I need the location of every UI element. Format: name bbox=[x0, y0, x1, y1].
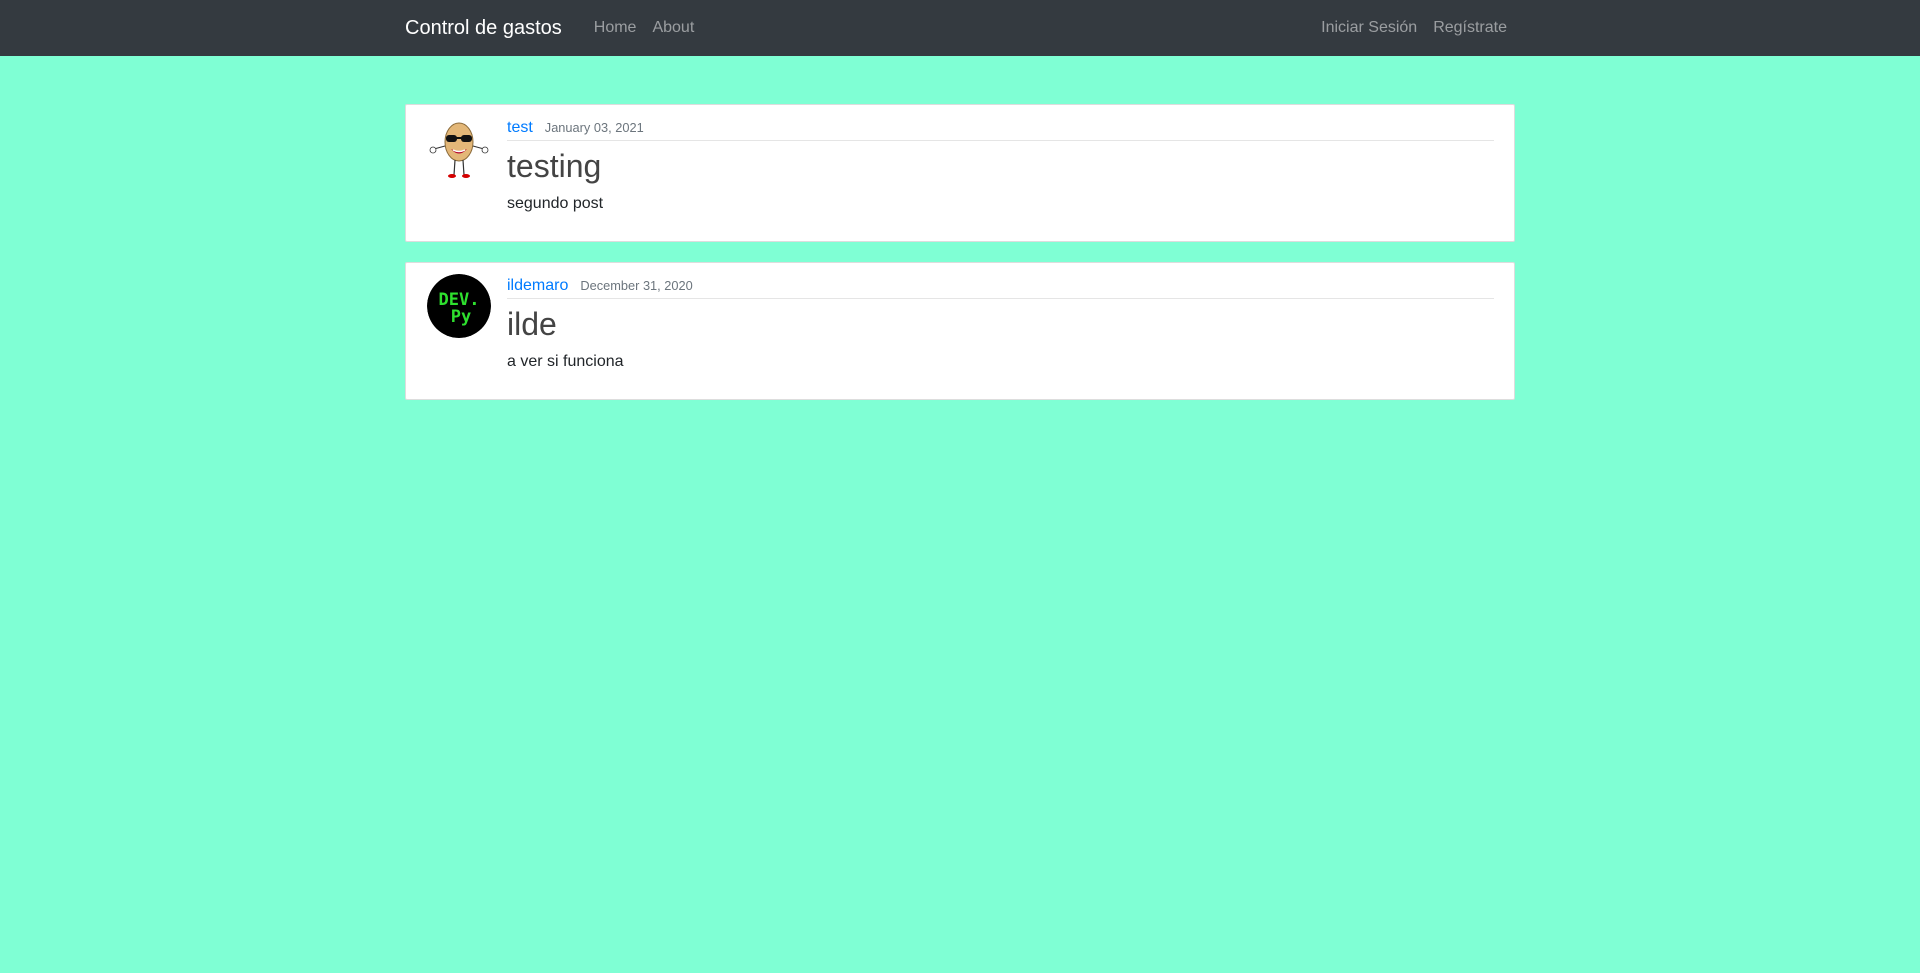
author-avatar: DEV. Py bbox=[427, 274, 491, 338]
login-link[interactable]: Iniciar Sesión bbox=[1321, 19, 1417, 37]
post-title[interactable]: ilde bbox=[507, 305, 1494, 343]
post-title[interactable]: testing bbox=[507, 147, 1494, 185]
post-meta: ildemaro December 31, 2020 bbox=[507, 277, 1494, 299]
post-card: test January 03, 2021 testing segundo po… bbox=[405, 104, 1515, 242]
post-body: ildemaro December 31, 2020 ilde a ver si… bbox=[507, 277, 1494, 371]
post-content: a ver si funciona bbox=[507, 353, 624, 370]
nav-home-link[interactable]: Home bbox=[594, 19, 637, 37]
nav-about-link[interactable]: About bbox=[652, 19, 694, 37]
post-card: DEV. Py ildemaro December 31, 2020 ilde … bbox=[405, 262, 1515, 400]
dev-py-logo-icon: DEV. Py bbox=[427, 274, 491, 338]
author-link[interactable]: ildemaro bbox=[507, 277, 568, 295]
post-date: December 31, 2020 bbox=[580, 278, 693, 293]
peanut-mascot-icon bbox=[427, 116, 491, 180]
svg-text:Py: Py bbox=[451, 307, 471, 327]
register-link[interactable]: Regístrate bbox=[1433, 19, 1507, 37]
post-meta: test January 03, 2021 bbox=[507, 119, 1494, 141]
author-link[interactable]: test bbox=[507, 119, 533, 137]
brand-link[interactable]: Control de gastos bbox=[405, 17, 562, 40]
author-avatar bbox=[427, 116, 491, 180]
post-list: test January 03, 2021 testing segundo po… bbox=[405, 104, 1515, 420]
post-body: test January 03, 2021 testing segundo po… bbox=[507, 119, 1494, 213]
navbar-right: Iniciar Sesión Regístrate bbox=[1305, 19, 1515, 37]
navbar-container: Control de gastos Home About Iniciar Ses… bbox=[405, 0, 1515, 56]
post-content: segundo post bbox=[507, 195, 604, 212]
navbar: Control de gastos Home About Iniciar Ses… bbox=[0, 0, 1920, 56]
post-date: January 03, 2021 bbox=[544, 120, 644, 135]
